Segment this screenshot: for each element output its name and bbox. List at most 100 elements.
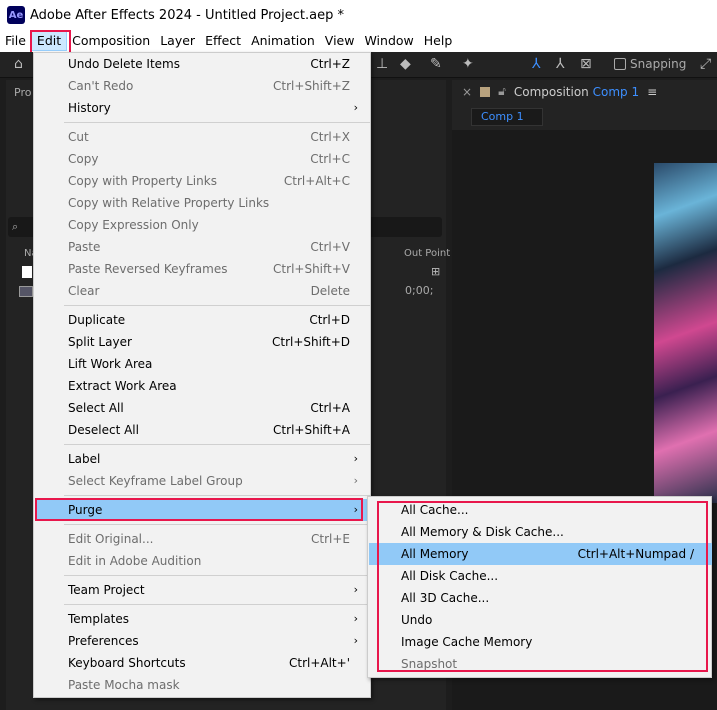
menu-item-label: Select Keyframe Label Group: [68, 474, 243, 488]
menu-item-copy-with-relative-property-links: Copy with Relative Property Links: [35, 192, 370, 214]
menu-item-shortcut: Ctrl+D: [309, 313, 350, 327]
purge-submenu-annotation-box: [377, 501, 708, 672]
edit-menu: Undo Delete Items Ctrl+Z Can't Redo Ctrl+Sh…: [33, 52, 371, 698]
menu-item-label: Copy: [68, 152, 99, 166]
menu-item-shortcut: Ctrl+Alt+': [288, 656, 350, 670]
menu-composition[interactable]: Composition: [67, 31, 155, 51]
menu-separator: [64, 604, 370, 605]
chevron-right-icon: ›: [353, 452, 358, 465]
menu-item-can-t-redo: Can't Redo Ctrl+Shift+Z: [35, 75, 370, 97]
axis-view-icon[interactable]: ⊠: [580, 56, 592, 72]
stamp-icon[interactable]: ⊥: [376, 56, 388, 72]
menu-item-label: Lift Work Area: [68, 357, 153, 371]
menu-file[interactable]: File: [0, 31, 31, 51]
menu-item-shortcut: Ctrl+C: [310, 152, 350, 166]
menu-separator: [64, 495, 370, 496]
project-tab[interactable]: Pro: [14, 86, 31, 99]
menu-view[interactable]: View: [320, 31, 360, 51]
menu-animation[interactable]: Animation: [246, 31, 320, 51]
puppet-pin-icon[interactable]: ✦: [462, 56, 474, 72]
composition-icon: [19, 286, 33, 297]
menu-item-copy-expression-only: Copy Expression Only: [35, 214, 370, 236]
chevron-right-icon: ›: [353, 612, 358, 625]
window-title: Adobe After Effects 2024 - Untitled Proj…: [30, 7, 344, 23]
menu-item-label: Clear: [68, 284, 100, 298]
menu-item-label: Duplicate: [68, 313, 126, 327]
menu-item-shortcut: Ctrl+V: [310, 240, 350, 254]
menu-item-deselect-all[interactable]: Deselect All Ctrl+Shift+A: [35, 419, 370, 441]
menu-separator: [64, 122, 370, 123]
menu-item-label: Copy with Relative Property Links: [68, 196, 270, 210]
menu-item-copy: Copy Ctrl+C: [35, 148, 370, 170]
menu-item-label: Can't Redo: [68, 79, 134, 93]
menu-item-preferences[interactable]: Preferences ›: [35, 630, 370, 652]
menu-item-label[interactable]: Label ›: [35, 448, 370, 470]
menu-item-label: Keyboard Shortcuts: [68, 656, 186, 670]
roto-brush-icon[interactable]: ✎: [430, 56, 442, 72]
flowchart-icon[interactable]: ⊞: [431, 265, 440, 278]
menu-item-team-project[interactable]: Team Project ›: [35, 579, 370, 601]
menu-item-label: History: [68, 101, 111, 115]
eraser-icon[interactable]: ◆: [400, 56, 411, 72]
menu-item-shortcut: Ctrl+X: [310, 130, 350, 144]
axis-world-icon[interactable]: ⅄: [556, 56, 565, 72]
file-icon: [22, 266, 32, 278]
menu-item-history[interactable]: History ›: [35, 97, 370, 119]
menu-item-shortcut: Ctrl+Shift+Z: [273, 79, 350, 93]
out-point-header[interactable]: Out Point: [404, 248, 450, 259]
snapping-label: Snapping: [630, 57, 687, 71]
menu-item-label: Split Layer: [68, 335, 132, 349]
menu-item-keyboard-shortcuts[interactable]: Keyboard Shortcuts Ctrl+Alt+': [35, 652, 370, 674]
snapping-checkbox[interactable]: [614, 58, 626, 70]
menu-item-shortcut: Ctrl+Shift+D: [272, 335, 350, 349]
menu-item-label: Deselect All: [68, 423, 139, 437]
composition-image: [654, 163, 717, 503]
menu-item-shortcut: Ctrl+E: [311, 532, 350, 546]
menu-item-paste-mocha-mask: Paste Mocha mask: [35, 674, 370, 696]
chevron-right-icon: ›: [353, 474, 358, 487]
chevron-right-icon: ›: [353, 101, 358, 114]
comp-tab[interactable]: Comp 1: [471, 108, 543, 126]
menu-item-label: Cut: [68, 130, 89, 144]
menu-item-templates[interactable]: Templates ›: [35, 608, 370, 630]
close-icon[interactable]: ×: [462, 85, 472, 99]
menu-item-cut: Cut Ctrl+X: [35, 126, 370, 148]
menu-item-edit-in-adobe-audition: Edit in Adobe Audition: [35, 550, 370, 572]
menu-window[interactable]: Window: [359, 31, 418, 51]
menu-item-lift-work-area[interactable]: Lift Work Area: [35, 353, 370, 375]
menu-item-label: Team Project: [68, 583, 145, 597]
lock-icon[interactable]: 🔓︎: [498, 84, 506, 99]
menu-item-label: Extract Work Area: [68, 379, 177, 393]
home-icon[interactable]: ⌂: [14, 56, 23, 72]
menu-item-shortcut: Ctrl+A: [310, 401, 350, 415]
menu-item-label: Copy Expression Only: [68, 218, 199, 232]
axis-local-icon[interactable]: ⅄: [532, 56, 541, 72]
menu-item-label: Paste: [68, 240, 101, 254]
ae-logo: Ae: [7, 6, 25, 24]
snap-options-icon[interactable]: ⤢: [700, 56, 711, 72]
menu-item-duplicate[interactable]: Duplicate Ctrl+D: [35, 309, 370, 331]
menu-separator: [64, 524, 370, 525]
menu-effect[interactable]: Effect: [200, 31, 246, 51]
menu-item-label: Preferences: [68, 634, 139, 648]
menu-item-paste-reversed-keyframes: Paste Reversed Keyframes Ctrl+Shift+V: [35, 258, 370, 280]
menu-layer[interactable]: Layer: [155, 31, 200, 51]
menu-item-clear: Clear Delete: [35, 280, 370, 302]
menu-help[interactable]: Help: [419, 31, 458, 51]
menu-item-label: Label: [68, 452, 101, 466]
menu-item-edit-original: Edit Original... Ctrl+E: [35, 528, 370, 550]
composition-name: Comp 1: [592, 84, 640, 99]
menu-item-shortcut: Ctrl+Alt+C: [283, 174, 350, 188]
chevron-right-icon: ›: [353, 583, 358, 596]
menu-item-select-all[interactable]: Select All Ctrl+A: [35, 397, 370, 419]
menu-separator: [64, 444, 370, 445]
menu-item-extract-work-area[interactable]: Extract Work Area: [35, 375, 370, 397]
menu-item-label: Paste Reversed Keyframes: [68, 262, 228, 276]
panel-menu-icon[interactable]: ≡: [647, 85, 657, 99]
snapping-toggle[interactable]: Snapping: [614, 57, 686, 71]
composition-label: Composition: [513, 84, 589, 99]
menu-item-label: Edit Original...: [68, 532, 154, 546]
menu-item-split-layer[interactable]: Split Layer Ctrl+Shift+D: [35, 331, 370, 353]
menu-item-shortcut: Ctrl+Z: [310, 57, 350, 71]
menu-item-undo-delete-items[interactable]: Undo Delete Items Ctrl+Z: [35, 53, 370, 75]
